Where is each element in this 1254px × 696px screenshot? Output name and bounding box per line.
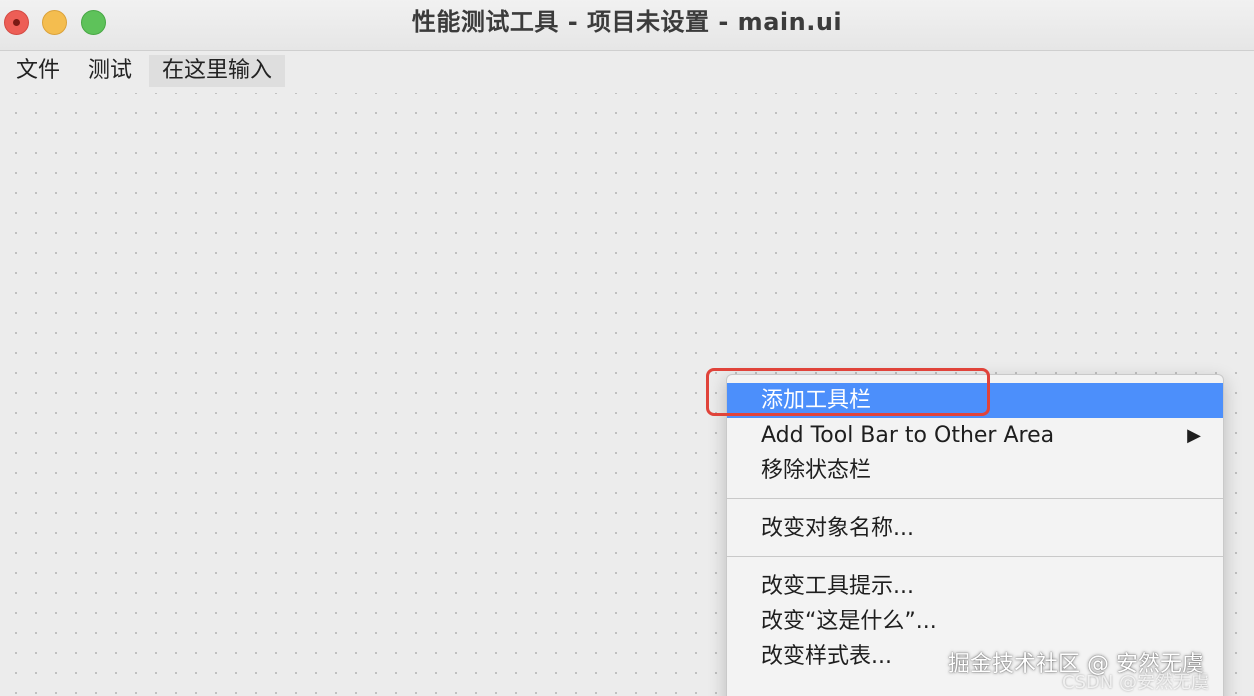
menu-item-label: 改变样式表... — [761, 644, 892, 669]
title-bar: 性能测试工具 - 项目未设置 - main.ui — [0, 0, 1254, 51]
menu-item-add-toolbar-other-area[interactable]: Add Tool Bar to Other Area ▶ — [727, 418, 1223, 453]
menu-item-add-toolbar[interactable]: 添加工具栏 — [727, 383, 1223, 418]
juejin-watermark: 掘金技术社区 @ 安然无虞 — [948, 652, 1204, 677]
window-title: 性能测试工具 - 项目未设置 - main.ui — [411, 8, 843, 36]
menu-item-remove-statusbar[interactable]: 移除状态栏 — [727, 453, 1223, 488]
menu-item-change-whats-this[interactable]: 改变“这是什么”... — [727, 604, 1223, 639]
submenu-arrow-icon: ▶ — [1187, 425, 1201, 446]
menu-item-label: 改变“这是什么”... — [761, 609, 937, 634]
menu-item-label: 添加工具栏 — [761, 388, 872, 413]
menu-separator — [727, 556, 1223, 557]
menu-item-label: 改变工具提示... — [761, 574, 914, 599]
menu-type-here-placeholder[interactable]: 在这里输入 — [149, 55, 286, 87]
menu-bar: 文件 测试 在这里输入 — [0, 51, 1254, 93]
menu-item-label: 改变对象名称... — [761, 516, 914, 541]
menu-separator — [727, 498, 1223, 499]
menu-file[interactable]: 文件 — [16, 55, 60, 87]
menu-item-label: 移除状态栏 — [761, 458, 872, 483]
menu-item-change-object-name[interactable]: 改变对象名称... — [727, 511, 1223, 546]
menu-test[interactable]: 测试 — [88, 55, 132, 87]
menu-item-change-tooltip[interactable]: 改变工具提示... — [727, 569, 1223, 604]
menu-item-label: Add Tool Bar to Other Area — [761, 423, 1055, 448]
